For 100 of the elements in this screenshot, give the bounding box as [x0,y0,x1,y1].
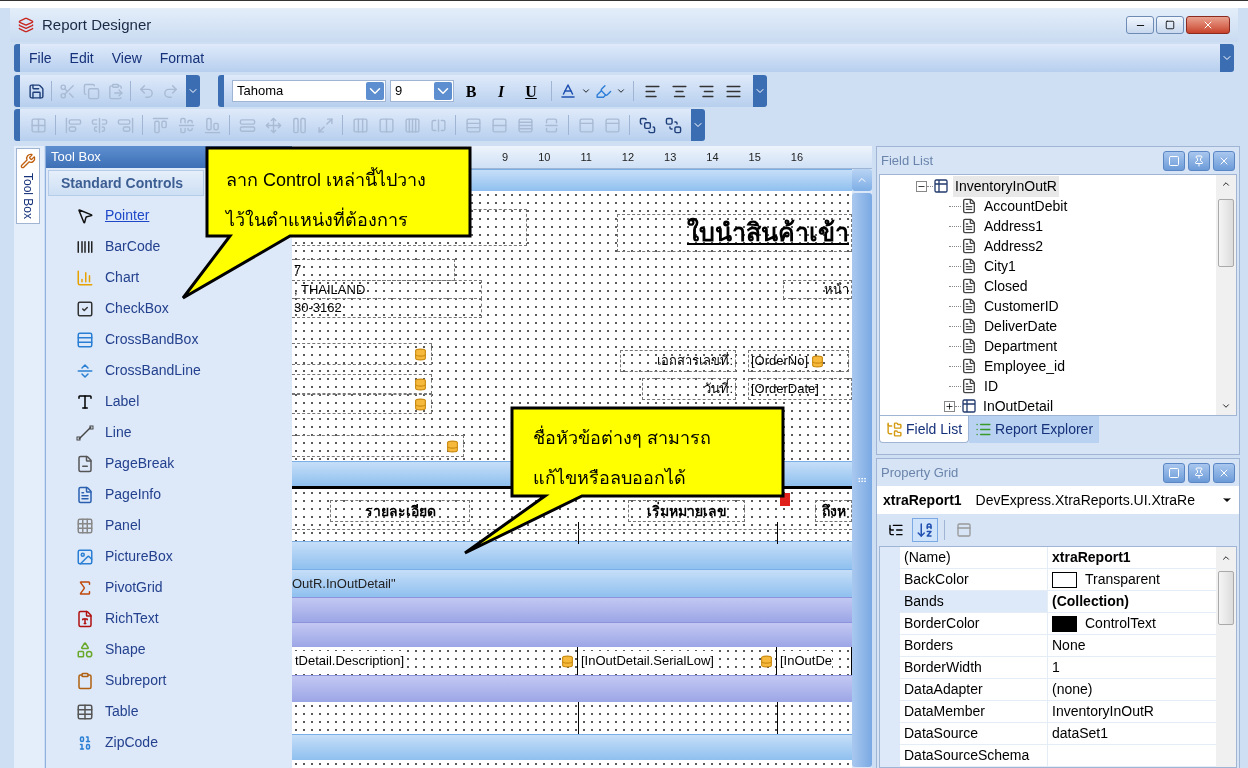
maximize-button[interactable] [1156,16,1184,34]
field-cell[interactable]: [InOutDetail.SerialLow] [578,647,777,675]
property-name[interactable]: DataSourceSchema [900,745,1048,766]
close-button[interactable] [1213,150,1235,171]
minimize-button[interactable] [1126,16,1154,34]
size-dropdown[interactable]: 9 [390,80,454,102]
menu-item[interactable]: File [20,47,61,69]
menu-item[interactable]: View [102,47,151,69]
tree-expander[interactable] [944,400,955,412]
control-frame[interactable]: , THAILAND [292,280,482,299]
tree-item[interactable]: Closed [983,275,1029,297]
band-strip[interactable]: OutR.InOutDetail" [292,569,852,597]
control-frame[interactable]: เริ่มหมายเลข [628,500,745,522]
toolbar-grip[interactable] [14,75,20,107]
scrollbar[interactable] [1216,175,1236,415]
toolbox-item[interactable]: CheckBox [46,293,292,324]
scroll-thumb[interactable] [1218,571,1234,625]
property-name[interactable]: Bands [900,591,1048,612]
toolbox-item[interactable]: PageInfo [46,479,292,510]
control-frame[interactable] [292,394,432,414]
panel-tab[interactable]: Field List [879,416,970,443]
control-frame[interactable] [292,343,432,365]
property-name[interactable]: Borders [900,635,1048,656]
style-button[interactable]: B [458,80,484,102]
tree-item[interactable]: InventoryInOutR [953,175,1059,197]
toolbar-options-button[interactable] [691,109,705,141]
toolbox-item[interactable]: CrossBandBox [46,324,292,355]
toolbar-grip[interactable] [14,44,20,72]
panel-tab[interactable]: Report Explorer [969,416,1100,443]
property-name[interactable]: (Name) [900,547,1048,568]
tree-item[interactable]: Address2 [983,235,1045,257]
close-button[interactable] [1186,16,1230,34]
control-frame[interactable] [292,374,432,394]
toolbox-item[interactable]: Chart [46,262,292,293]
toolbox-item[interactable]: CrossBandLine [46,355,292,386]
caret-icon[interactable] [616,86,626,96]
maximize-button[interactable] [1163,150,1185,171]
style-button[interactable]: I [488,80,514,102]
toolbox-item[interactable]: Label [46,386,292,417]
property-name[interactable]: DataMember [900,701,1048,722]
pin-button[interactable] [1188,462,1210,483]
side-tab[interactable]: Tool Box [16,148,40,225]
caret-icon[interactable] [581,86,591,96]
toolbar-grip[interactable] [14,109,20,141]
toolbox-item[interactable]: PivotGrid [46,572,292,603]
tree-expander[interactable] [916,180,927,192]
close-button[interactable] [1213,462,1235,483]
highlight-icon[interactable] [595,82,612,100]
tree-item[interactable]: City1 [983,255,1017,277]
control-frame[interactable] [292,435,464,457]
property-name[interactable]: BackColor [900,569,1048,590]
property-name[interactable]: DataAdapter [900,679,1048,700]
object-selector[interactable]: xtraReport1 DevExpress.XtraReports.UI.XtraRe [877,486,1239,514]
control-frame[interactable]: เอกสารเลขที่: [620,350,736,372]
stretch-icon [290,116,308,134]
toolbox-item[interactable]: Subreport [46,665,292,696]
toolbox-item[interactable]: RichText [46,603,292,634]
tree-item[interactable]: InOutDetail [981,395,1056,415]
tree-item[interactable]: Employee_id [983,355,1066,377]
control-frame[interactable]: 30-3162 [292,298,482,318]
toolbox-item[interactable]: PageBreak [46,448,292,479]
toolbox-item[interactable]: Line [46,417,292,448]
toolbar-grip[interactable] [218,75,224,107]
toolbox-item[interactable]: Panel [46,510,292,541]
property-name[interactable]: DataSource [900,723,1048,744]
toolbar-options-button[interactable] [753,75,767,107]
tree-item[interactable]: Department [983,335,1059,357]
control-frame[interactable]: วันที่: [642,378,736,400]
property-name[interactable]: BorderColor [900,613,1048,634]
toolbox-item[interactable]: ZipCode [46,727,292,758]
pin-button[interactable] [1188,150,1210,171]
toolbox-item[interactable]: PictureBox [46,541,292,572]
toolbar-options-button[interactable] [186,75,200,107]
tree-item[interactable]: Address1 [983,215,1045,237]
scroll-thumb[interactable] [1218,199,1234,267]
scroll-up-button[interactable] [852,169,872,191]
font-color-icon[interactable] [559,82,577,100]
menu-item[interactable]: Edit [60,47,103,69]
font-dropdown[interactable]: Tahoma [232,80,386,102]
control-frame[interactable]: 7 [292,259,455,281]
control-frame[interactable]: รายละเอียด [330,500,470,522]
scroll-thumb[interactable] [852,193,872,767]
maximize-button[interactable] [1163,462,1185,483]
database-icon [414,346,427,362]
scrollbar[interactable] [1216,547,1236,767]
tree-item[interactable]: DeliverDate [983,315,1059,337]
menu-item[interactable]: Format [150,47,214,69]
toolbar-options-button[interactable] [1220,44,1234,72]
sort-button[interactable] [912,518,938,542]
toolbox-item[interactable]: Table [46,696,292,727]
tree-item[interactable]: CustomerID [983,295,1060,317]
toolbox-item[interactable]: Shape [46,634,292,665]
property-name[interactable]: BorderWidth [900,657,1048,678]
style-button[interactable]: U [518,80,544,102]
data-field: [OrderNo] [751,351,809,371]
maximize-icon [1168,466,1180,479]
section-header[interactable]: Standard Controls [48,170,204,196]
tree-item[interactable]: ID [983,375,999,397]
tree-item[interactable]: AccountDebit [983,195,1069,217]
control-frame[interactable]: [OrderNo] [748,350,849,372]
